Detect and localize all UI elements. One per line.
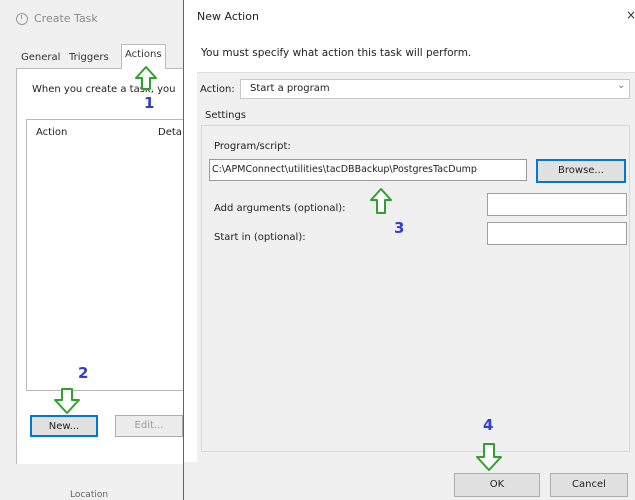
action-label: Action: (200, 84, 235, 95)
close-icon[interactable]: × (626, 8, 635, 22)
tab-triggers[interactable]: Triggers (66, 48, 112, 68)
column-header-details[interactable]: Deta (158, 127, 182, 138)
arrow-up-icon (135, 66, 157, 90)
start-in-label: Start in (optional): (214, 232, 306, 243)
add-arguments-input[interactable] (487, 193, 627, 216)
ok-button[interactable]: OK (454, 473, 540, 497)
start-in-input[interactable] (487, 222, 627, 245)
create-task-title-text: Create Task (34, 12, 98, 25)
browse-button[interactable]: Browse... (536, 159, 626, 183)
action-select-value: Start a program (250, 83, 330, 94)
arrow-down-icon (54, 388, 80, 414)
add-arguments-label: Add arguments (optional): (214, 203, 346, 214)
actions-description: When you create a task, you (32, 84, 176, 95)
edit-action-button[interactable]: Edit... (115, 415, 183, 437)
column-header-action[interactable]: Action (36, 127, 67, 138)
settings-label: Settings (205, 110, 247, 121)
chevron-down-icon[interactable]: ⌄ (617, 80, 625, 91)
step-number-4: 4 (483, 416, 494, 434)
clock-icon (16, 12, 28, 25)
step-number-3: 3 (394, 219, 405, 237)
dialog-instruction: You must specify what action this task w… (201, 47, 472, 59)
step-number-1: 1 (144, 94, 155, 112)
create-task-footer-text: Location (70, 490, 109, 500)
program-script-label: Program/script: (214, 141, 291, 152)
arrow-down-icon (476, 443, 502, 471)
cancel-button[interactable]: Cancel (550, 473, 628, 497)
create-task-title: Create Task (16, 12, 98, 25)
new-action-button[interactable]: New... (30, 415, 98, 437)
arrow-up-icon (370, 188, 392, 214)
dialog-title: New Action (197, 10, 259, 23)
program-script-value: C:\APMConnect\utilities\tacDBBackup\Post… (212, 164, 477, 175)
step-number-2: 2 (78, 364, 89, 382)
actions-table[interactable] (26, 119, 192, 391)
tab-general[interactable]: General (18, 48, 63, 68)
